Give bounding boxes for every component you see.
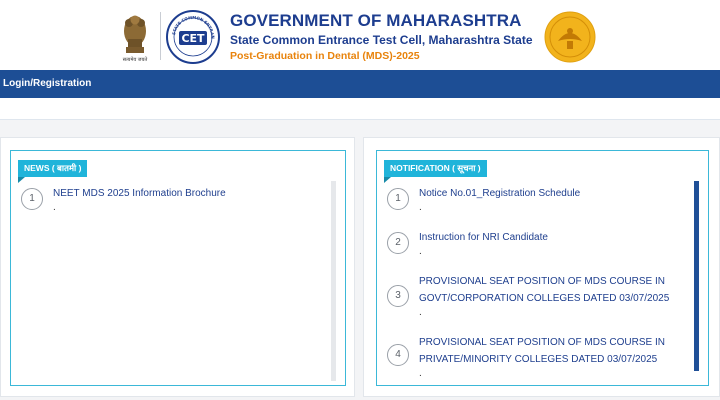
notification-item-number: 1 xyxy=(387,188,409,210)
notification-item-link[interactable]: Instruction for NRI Candidate . xyxy=(419,229,689,258)
notification-item-link[interactable]: PROVISIONAL SEAT POSITION OF MDS COURSE … xyxy=(419,273,689,319)
cet-logo-icon: STATE COMMON ENTRANCE TEST CELL CET xyxy=(166,10,220,64)
notification-box: NOTIFICATION ( सूचना ) 1 Notice No.01_Re… xyxy=(376,150,709,386)
news-box: NEWS ( बातमी ) 1 NEET MDS 2025 Informati… xyxy=(10,150,346,386)
course-title: Post-Graduation in Dental (MDS)-2025 xyxy=(230,50,420,62)
maharashtra-seal-icon xyxy=(544,11,596,63)
sub-navbar xyxy=(0,98,720,120)
notification-panel: NOTIFICATION ( सूचना ) 1 Notice No.01_Re… xyxy=(363,137,720,397)
emblem-caption: सत्यमेव जयते xyxy=(123,56,148,63)
notification-item-number: 4 xyxy=(387,344,409,366)
notification-scrollbar[interactable] xyxy=(694,181,699,371)
news-tab-label: NEWS ( बातमी ) xyxy=(18,160,88,183)
notification-item-suffix: . xyxy=(419,368,422,379)
news-item-title: NEET MDS 2025 Information Brochure xyxy=(53,188,226,199)
notification-item-title: Notice No.01_Registration Schedule xyxy=(419,188,581,199)
notification-item-link[interactable]: PROVISIONAL SEAT POSITION OF MDS COURSE … xyxy=(419,334,689,380)
news-panel: NEWS ( बातमी ) 1 NEET MDS 2025 Informati… xyxy=(0,137,355,397)
top-navbar: Login/Registration xyxy=(0,70,720,98)
notification-item-title: PROVISIONAL SEAT POSITION OF MDS COURSE … xyxy=(419,276,670,304)
notification-item-suffix: . xyxy=(419,246,422,257)
news-item-suffix: . xyxy=(53,202,56,213)
notification-item-title: PROVISIONAL SEAT POSITION OF MDS COURSE … xyxy=(419,337,665,365)
site-header: सत्यमेव जयते STATE COMMON ENTRANCE TEST … xyxy=(0,0,720,70)
national-emblem-icon: सत्यमेव जयते xyxy=(123,15,148,63)
cet-cell-title: State Common Entrance Test Cell, Maharas… xyxy=(230,33,533,47)
government-title: GOVERNMENT OF MAHARASHTRA xyxy=(230,11,522,30)
notification-item-suffix: . xyxy=(419,307,422,318)
logo-divider xyxy=(160,12,161,60)
news-scrollbar[interactable] xyxy=(331,181,336,381)
notification-item-suffix: . xyxy=(419,202,422,213)
cet-logo-text: CET xyxy=(181,32,205,45)
notification-item-number: 3 xyxy=(387,285,409,307)
notification-item-title: Instruction for NRI Candidate xyxy=(419,232,548,243)
notification-item-number: 2 xyxy=(387,232,409,254)
notification-item-link[interactable]: Notice No.01_Registration Schedule . xyxy=(419,185,689,214)
notification-tab-label: NOTIFICATION ( सूचना ) xyxy=(384,160,487,183)
login-registration-link[interactable]: Login/Registration xyxy=(3,78,91,89)
news-item-number: 1 xyxy=(21,188,43,210)
news-item-link[interactable]: NEET MDS 2025 Information Brochure . xyxy=(53,185,323,214)
